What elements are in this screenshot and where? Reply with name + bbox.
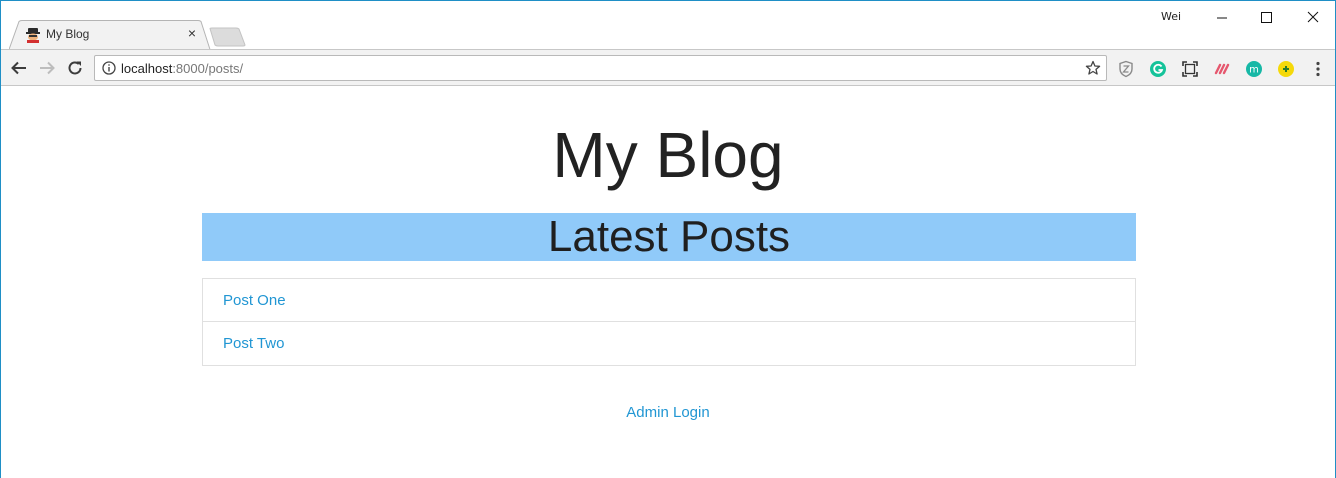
url-host: localhost: [121, 61, 173, 76]
latest-posts-heading: Latest Posts: [202, 213, 1136, 261]
toggl-icon[interactable]: [1213, 60, 1231, 78]
list-item: Post One: [203, 279, 1135, 322]
window-close-button[interactable]: [1290, 5, 1335, 31]
minimize-button[interactable]: [1199, 5, 1244, 31]
url-text[interactable]: localhost:8000/posts/: [121, 61, 243, 76]
browser-window: My Blog × Wei localhost:8000/posts/ m My…: [0, 0, 1336, 478]
yellow-extension-icon[interactable]: [1277, 60, 1295, 78]
svg-text:m: m: [1249, 65, 1259, 76]
admin-login-container: Admin Login: [1, 404, 1335, 422]
new-tab-button[interactable]: [209, 27, 247, 47]
tab-close-icon[interactable]: ×: [185, 26, 199, 40]
reload-icon[interactable]: [66, 59, 84, 77]
url-path: :8000/posts/: [172, 61, 244, 76]
title-bar: My Blog × Wei: [1, 1, 1335, 50]
address-bar[interactable]: localhost:8000/posts/: [94, 55, 1107, 81]
site-title: My Blog: [552, 119, 784, 191]
list-item: Post Two: [203, 322, 1135, 365]
maximize-button[interactable]: [1244, 5, 1289, 31]
m-extension-icon[interactable]: m: [1245, 60, 1263, 78]
screenshot-icon[interactable]: [1181, 60, 1199, 78]
post-link-two[interactable]: Post Two: [223, 335, 284, 352]
post-list: Post One Post Two: [202, 278, 1136, 366]
forward-arrow-icon[interactable]: [38, 59, 56, 77]
browser-toolbar: localhost:8000/posts/ m: [1, 49, 1335, 86]
grammarly-icon[interactable]: [1149, 60, 1167, 78]
admin-login-link[interactable]: Admin Login: [626, 404, 709, 421]
page-content: My Blog Latest Posts Post One Post Two A…: [1, 87, 1335, 478]
post-link-one[interactable]: Post One: [223, 292, 286, 309]
kebab-menu-icon[interactable]: [1309, 60, 1327, 78]
site-info-icon[interactable]: [102, 61, 116, 75]
shield-extension-icon[interactable]: [1117, 60, 1135, 78]
back-arrow-icon[interactable]: [10, 59, 28, 77]
profile-name[interactable]: Wei: [1161, 10, 1181, 23]
tab-title: My Blog: [46, 27, 90, 41]
tab-my-blog[interactable]: My Blog ×: [9, 20, 211, 50]
bookmark-star-icon[interactable]: [1085, 60, 1101, 76]
spy-favicon-icon: [25, 27, 41, 43]
